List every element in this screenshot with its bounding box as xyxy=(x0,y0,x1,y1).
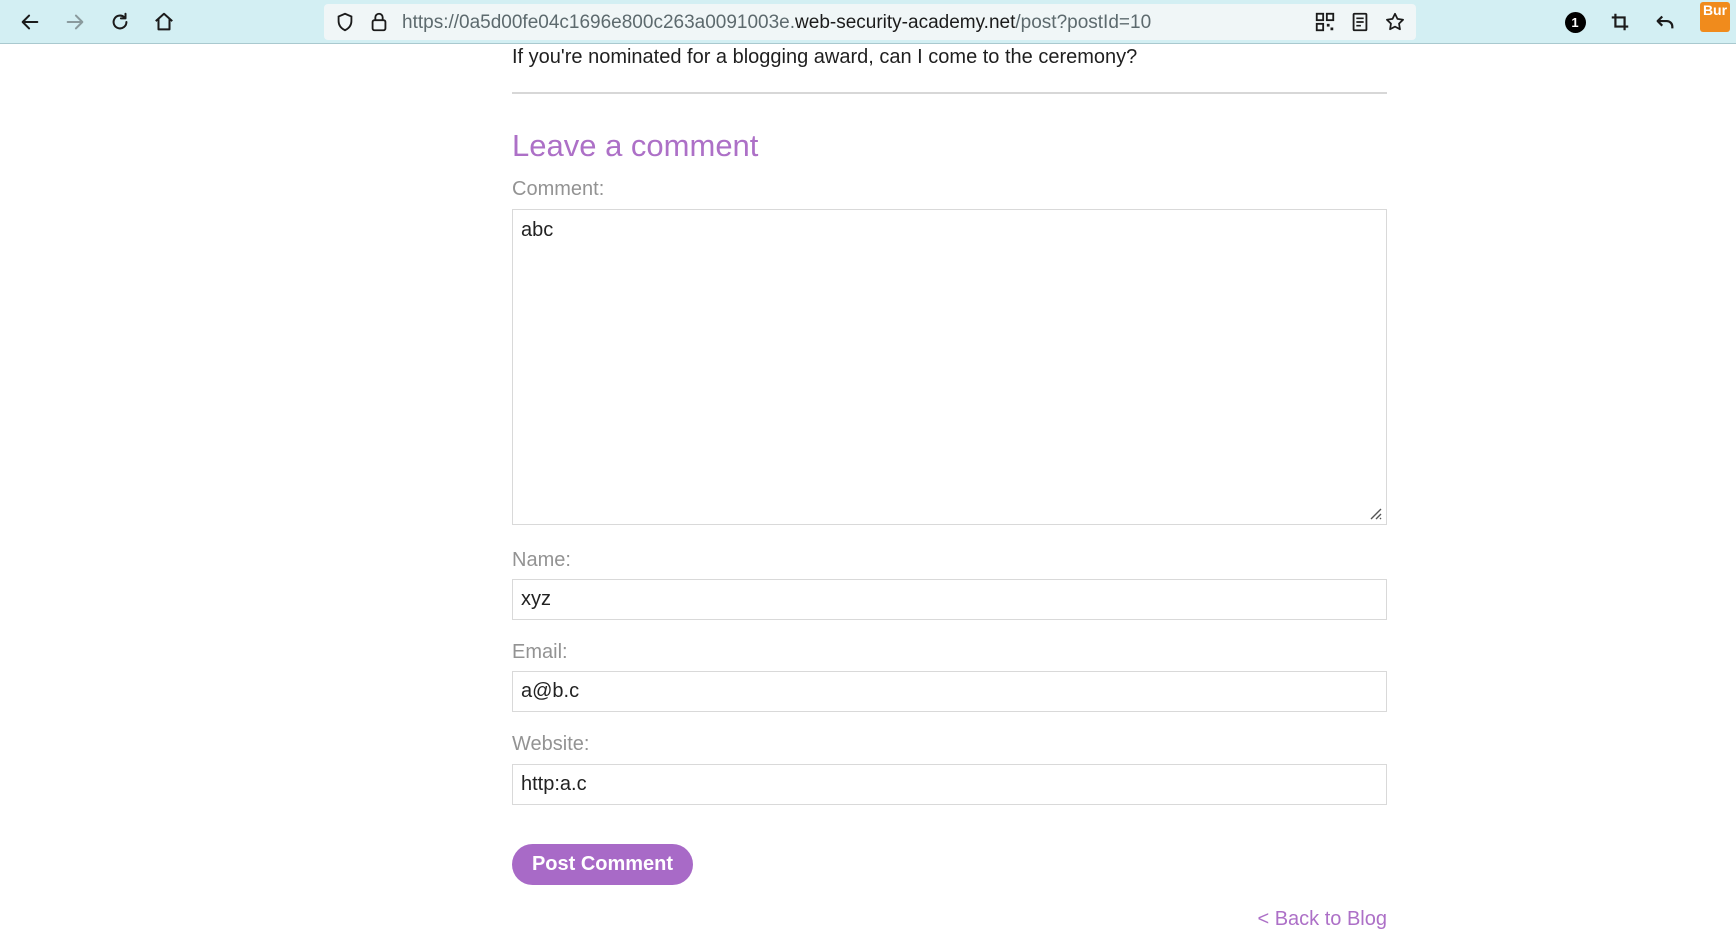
url-prefix: https://0a5d00fe04c1696e800c263a0091003e… xyxy=(402,12,796,33)
url-domain: web-security-academy.net xyxy=(795,12,1016,33)
burp-label: Bur xyxy=(1702,2,1728,18)
back-arrow-icon[interactable] xyxy=(15,7,45,37)
notification-count: 1 xyxy=(1564,11,1586,33)
address-bar[interactable]: https://0a5d00fe04c1696e800c263a0091003e… xyxy=(324,4,1416,40)
comment-section-title: Leave a comment xyxy=(512,128,759,163)
website-input[interactable]: http:a.c xyxy=(512,764,1387,805)
email-input[interactable]: a@b.c xyxy=(512,671,1387,712)
qr-code-icon[interactable] xyxy=(1310,7,1340,37)
website-value: http:a.c xyxy=(521,773,587,795)
browser-toolbar: https://0a5d00fe04c1696e800c263a0091003e… xyxy=(0,0,1736,44)
post-intro-text: If you're nominated for a blogging award… xyxy=(512,46,1138,68)
website-label: Website: xyxy=(512,733,590,755)
extension-badge-icon[interactable]: 1 xyxy=(1560,7,1590,37)
shield-icon[interactable] xyxy=(330,7,360,37)
divider xyxy=(512,92,1387,94)
bookmark-star-icon[interactable] xyxy=(1380,7,1410,37)
comment-textarea[interactable]: abc xyxy=(512,209,1387,525)
undo-arrow-icon[interactable] xyxy=(1650,7,1680,37)
url-text[interactable]: https://0a5d00fe04c1696e800c263a0091003e… xyxy=(402,12,1151,34)
email-value: a@b.c xyxy=(521,680,580,702)
comment-label: Comment: xyxy=(512,178,605,200)
url-path: /post?postId=10 xyxy=(1015,12,1152,33)
back-to-blog-link[interactable]: < Back to Blog xyxy=(1257,908,1387,931)
comment-value: abc xyxy=(521,219,554,241)
post-comment-button[interactable]: Post Comment xyxy=(512,844,693,885)
forward-arrow-icon[interactable] xyxy=(60,7,90,37)
resize-handle-icon[interactable] xyxy=(1368,506,1382,520)
crop-icon[interactable] xyxy=(1605,7,1635,37)
home-icon[interactable] xyxy=(149,7,179,37)
reader-view-icon[interactable] xyxy=(1345,7,1375,37)
lock-icon[interactable] xyxy=(364,7,394,37)
name-value: xyz xyxy=(521,588,551,610)
reload-icon[interactable] xyxy=(105,7,135,37)
name-label: Name: xyxy=(512,549,571,571)
burp-extension-icon[interactable]: Bur xyxy=(1700,2,1730,32)
name-input[interactable]: xyz xyxy=(512,579,1387,620)
email-label: Email: xyxy=(512,641,568,663)
